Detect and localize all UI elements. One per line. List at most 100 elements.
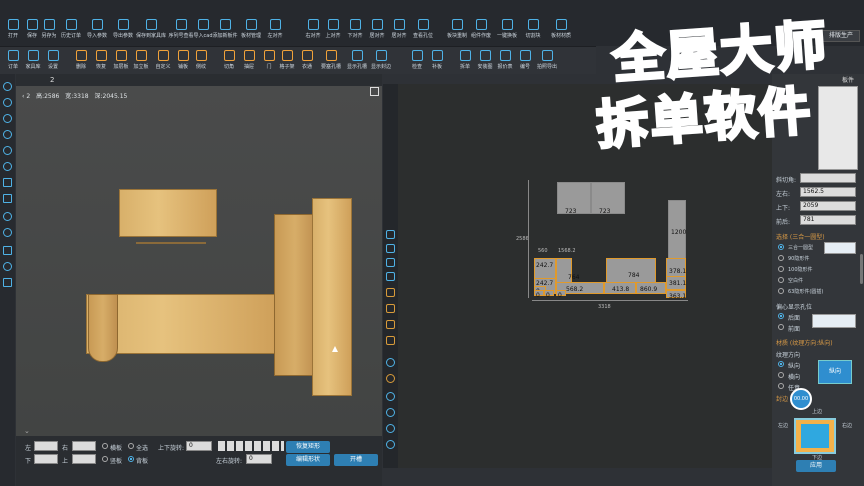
fullscreen-icon[interactable] xyxy=(370,87,379,96)
collapse-icon[interactable]: ⌄ xyxy=(24,427,30,435)
grain-option-radio[interactable] xyxy=(778,383,784,389)
horizontal-radio[interactable] xyxy=(102,443,108,449)
option1-icon[interactable] xyxy=(386,392,395,401)
viewport-depth: 深:2045.15 xyxy=(94,93,128,100)
option2-icon[interactable] xyxy=(386,408,395,417)
rotate-ud-input[interactable]: 0 xyxy=(186,441,212,451)
corner-shelf[interactable] xyxy=(88,294,118,362)
door-icon[interactable] xyxy=(386,336,395,345)
toolbar2-item[interactable]: 要塞孔槽 xyxy=(318,47,344,75)
link-icon[interactable] xyxy=(3,262,12,271)
toolbar-item[interactable]: 左对齐 xyxy=(262,0,288,44)
toolbar2-item[interactable]: 补板 xyxy=(424,47,450,75)
toolbar-item[interactable]: 历史订单 xyxy=(58,0,84,44)
restore-rect-button[interactable]: 恢复矩形 xyxy=(286,441,330,453)
move-icon[interactable] xyxy=(3,82,12,91)
vertical-radio[interactable] xyxy=(102,456,108,462)
circle-icon[interactable] xyxy=(3,228,12,237)
front-back-input[interactable]: 781 xyxy=(800,215,856,225)
tab-number[interactable]: 2 xyxy=(50,76,54,84)
apply-button[interactable]: 应用 xyxy=(796,460,836,472)
toolbar2-item-label: 订单 xyxy=(7,64,18,70)
add-icon[interactable] xyxy=(3,130,12,139)
toolbar-item[interactable]: 保存到家具库 xyxy=(136,0,166,44)
top-input[interactable] xyxy=(72,454,96,464)
tall-cabinet-left[interactable] xyxy=(274,214,316,376)
target-icon[interactable] xyxy=(3,212,12,221)
connector-option-radio[interactable] xyxy=(778,288,784,294)
toolbar2-item[interactable]: 显示封边 xyxy=(368,47,394,75)
left-right-input[interactable]: 1562.5 xyxy=(800,187,856,197)
eye-icon[interactable] xyxy=(3,162,12,171)
arrow-buttons[interactable] xyxy=(218,441,284,451)
right-label: 右 xyxy=(62,445,69,452)
layers-icon[interactable] xyxy=(386,288,395,297)
option3-icon[interactable] xyxy=(386,424,395,433)
back-panel-radio[interactable] xyxy=(128,456,134,462)
view-side-icon[interactable] xyxy=(386,244,395,253)
up-down-input[interactable]: 2059 xyxy=(800,201,856,211)
grain-option-radio[interactable] xyxy=(778,372,784,378)
toolbar2-item[interactable]: 显示孔槽 xyxy=(344,47,370,75)
toolbar-item[interactable]: 居对齐 xyxy=(386,0,412,44)
hole-back-radio[interactable] xyxy=(778,313,784,319)
viewport-index: 2 xyxy=(26,93,31,100)
tag-icon[interactable] xyxy=(386,374,395,383)
connector-option-radio[interactable] xyxy=(778,277,784,283)
toolbar-item[interactable]: 一键换板 xyxy=(494,0,520,44)
toolbar-item[interactable]: 查看孔位 xyxy=(410,0,436,44)
edge-value-badge[interactable]: 00.00 xyxy=(790,388,812,410)
triangle-icon[interactable] xyxy=(3,98,12,107)
wall-cabinet[interactable] xyxy=(119,189,217,237)
frame-icon[interactable] xyxy=(386,304,395,313)
tall-cabinet-right[interactable] xyxy=(312,198,352,396)
settings-icon[interactable] xyxy=(386,358,395,367)
toolbar-item[interactable]: 板块重制 xyxy=(444,0,470,44)
toolbar2-item[interactable]: 拍照导出 xyxy=(534,47,560,75)
connector-option-radio[interactable] xyxy=(778,266,784,272)
hide-icon[interactable] xyxy=(3,146,12,155)
hole-front-radio[interactable] xyxy=(778,324,784,330)
check-icon[interactable] xyxy=(3,246,12,255)
left-input[interactable] xyxy=(34,441,58,451)
connector-option-radio[interactable] xyxy=(778,244,784,250)
grain-option-label: 纵向 xyxy=(788,363,801,370)
group-icon[interactable] xyxy=(3,114,12,123)
select-all-radio[interactable] xyxy=(128,443,134,449)
export-icon[interactable] xyxy=(3,278,12,287)
production-button[interactable]: 排版生产 xyxy=(822,30,860,42)
toolbar2-item[interactable]: 衣通 xyxy=(294,47,320,75)
grain-button[interactable]: 纵向 xyxy=(818,360,852,384)
panel-icon[interactable] xyxy=(3,178,12,187)
toolbar2-item-icon xyxy=(479,50,491,61)
view-top-icon[interactable] xyxy=(386,258,395,267)
edit-shape-button[interactable]: 编辑形状 xyxy=(286,454,330,466)
option4-icon[interactable] xyxy=(386,440,395,449)
trash-icon[interactable] xyxy=(3,194,12,203)
connector-option-radio[interactable] xyxy=(778,255,784,261)
rotate-lr-input[interactable]: 0 xyxy=(246,454,272,464)
grain-option-radio[interactable] xyxy=(778,361,784,367)
angle-input[interactable] xyxy=(800,173,856,183)
3d-viewport[interactable]: ‹ 2 高:2586 宽:3318 深:2045.15 ⌄ xyxy=(16,86,382,436)
panel-scrollbar[interactable] xyxy=(860,254,863,284)
elevation-viewport[interactable]: 7237231200242.7764784378.1242.7381.10568… xyxy=(398,84,772,468)
toolbar-item[interactable]: 添加新板件 xyxy=(212,0,238,44)
elevation-cell-value: 413.8 xyxy=(612,286,630,293)
toolbar-item[interactable]: 组件作废 xyxy=(468,0,494,44)
toolbar-item[interactable]: 板材管理 xyxy=(238,0,264,44)
toolbar2-item-icon xyxy=(301,50,313,61)
toolbar2-item[interactable]: 侧纹 xyxy=(188,47,214,75)
groove-button[interactable]: 开槽 xyxy=(334,454,378,466)
toolbar-item[interactable]: 导入参数 xyxy=(84,0,110,44)
bottom-controls: 左 右 下 上 横板 竖板 全选 背板 上下旋转: 0 左右旋转: 0 恢复矩形… xyxy=(16,436,382,486)
view-front-icon[interactable] xyxy=(386,230,395,239)
toolbar-item[interactable]: 板材材质 xyxy=(548,0,574,44)
toolbar-item[interactable]: 导出参数 xyxy=(110,0,136,44)
toolbar-item[interactable]: 切割块 xyxy=(520,0,546,44)
right-input[interactable] xyxy=(72,441,96,451)
toolbar2-item[interactable]: 设置 xyxy=(40,47,66,75)
view-back-icon[interactable] xyxy=(386,272,395,281)
box-icon[interactable] xyxy=(386,320,395,329)
bottom-input[interactable] xyxy=(34,454,58,464)
